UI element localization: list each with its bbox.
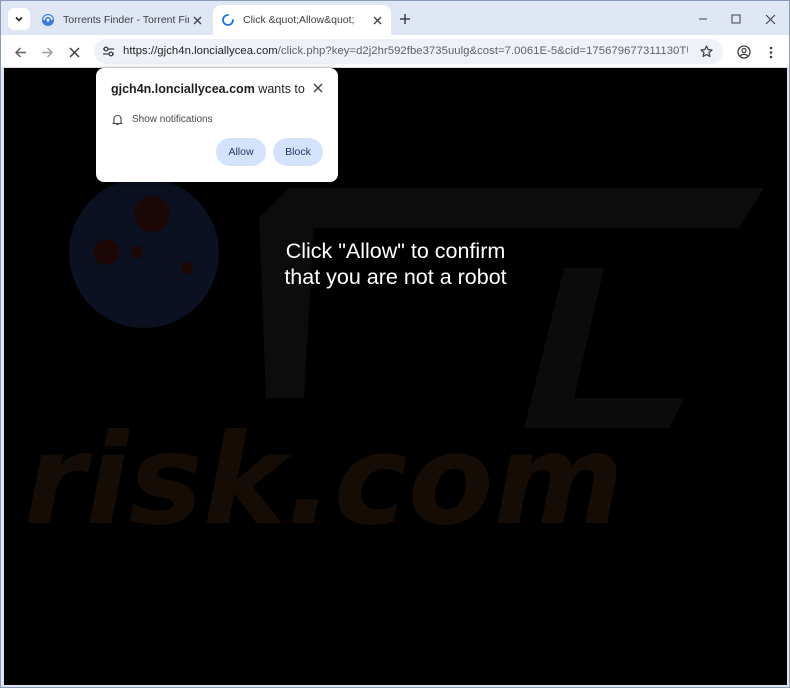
menu-icon <box>769 46 773 58</box>
forward-button[interactable] <box>36 41 58 63</box>
bookmark-button[interactable] <box>698 43 715 60</box>
profile-button[interactable] <box>733 41 755 63</box>
tab-title: Torrents Finder - Torrent Finder <box>63 14 189 26</box>
url-host: https://gjch4n.lonciallycea.com <box>123 45 278 57</box>
tab-title: Click &quot;Allow&quot; <box>243 14 355 26</box>
url-text: https://gjch4n.lonciallycea.com/click.ph… <box>123 45 688 57</box>
allow-button[interactable]: Allow <box>216 138 266 166</box>
message-line-2: that you are not a robot <box>284 265 507 289</box>
close-tab-button[interactable] <box>189 12 205 28</box>
browser-window: Torrents Finder - Torrent Finder Click &… <box>0 0 790 688</box>
watermark-text: risk.com <box>24 408 624 553</box>
menu-button[interactable] <box>760 41 782 63</box>
bell-icon <box>112 114 123 125</box>
notification-permission-popup: gjch4n.lonciallycea.com wants to Show no… <box>96 68 338 182</box>
new-tab-button[interactable] <box>395 9 415 29</box>
close-icon <box>313 83 323 93</box>
loading-spinner-icon <box>222 14 234 26</box>
back-button[interactable] <box>9 41 31 63</box>
popup-title: gjch4n.lonciallycea.com wants to <box>111 82 305 96</box>
chevron-down-icon <box>15 16 23 22</box>
permission-label: Show notifications <box>132 113 213 125</box>
maximize-button[interactable] <box>726 9 746 29</box>
address-bar[interactable]: https://gjch4n.lonciallycea.com/click.ph… <box>94 39 723 64</box>
stop-button[interactable] <box>63 41 85 63</box>
back-icon <box>14 46 26 58</box>
close-icon <box>373 16 381 24</box>
tune-icon <box>103 46 114 57</box>
forward-icon <box>41 46 53 58</box>
block-button[interactable]: Block <box>273 138 323 166</box>
robot-check-message: Click "Allow" to confirm that you are no… <box>4 238 787 290</box>
close-window-button[interactable] <box>760 9 780 29</box>
tab-search-button[interactable] <box>8 8 30 30</box>
favicon-icon <box>42 14 54 26</box>
site-info-button[interactable] <box>98 41 119 62</box>
tab-strip: Torrents Finder - Torrent Finder Click &… <box>1 1 789 35</box>
toolbar: https://gjch4n.lonciallycea.com/click.ph… <box>1 35 789 68</box>
message-line-1: Click "Allow" to confirm <box>285 239 506 263</box>
close-icon <box>765 14 775 24</box>
profile-icon <box>737 45 751 59</box>
permission-row: Show notifications <box>111 112 213 126</box>
stop-icon <box>68 46 80 58</box>
tab-torrents-finder[interactable]: Torrents Finder - Torrent Finder <box>35 5 211 35</box>
close-icon <box>193 16 201 24</box>
popup-wants-to: wants to <box>254 82 305 96</box>
url-path: /click.php?key=d2j2hr592fbe3735uulg&cost… <box>277 45 688 57</box>
popup-close-button[interactable] <box>311 81 325 95</box>
star-icon <box>700 45 713 58</box>
close-tab-button[interactable] <box>369 12 385 28</box>
tab-click-allow[interactable]: Click &quot;Allow&quot; <box>213 5 391 35</box>
minimize-icon <box>699 18 707 20</box>
popup-site: gjch4n.lonciallycea.com <box>111 82 255 96</box>
plus-icon <box>400 14 410 24</box>
maximize-icon <box>731 14 741 24</box>
minimize-button[interactable] <box>693 9 713 29</box>
